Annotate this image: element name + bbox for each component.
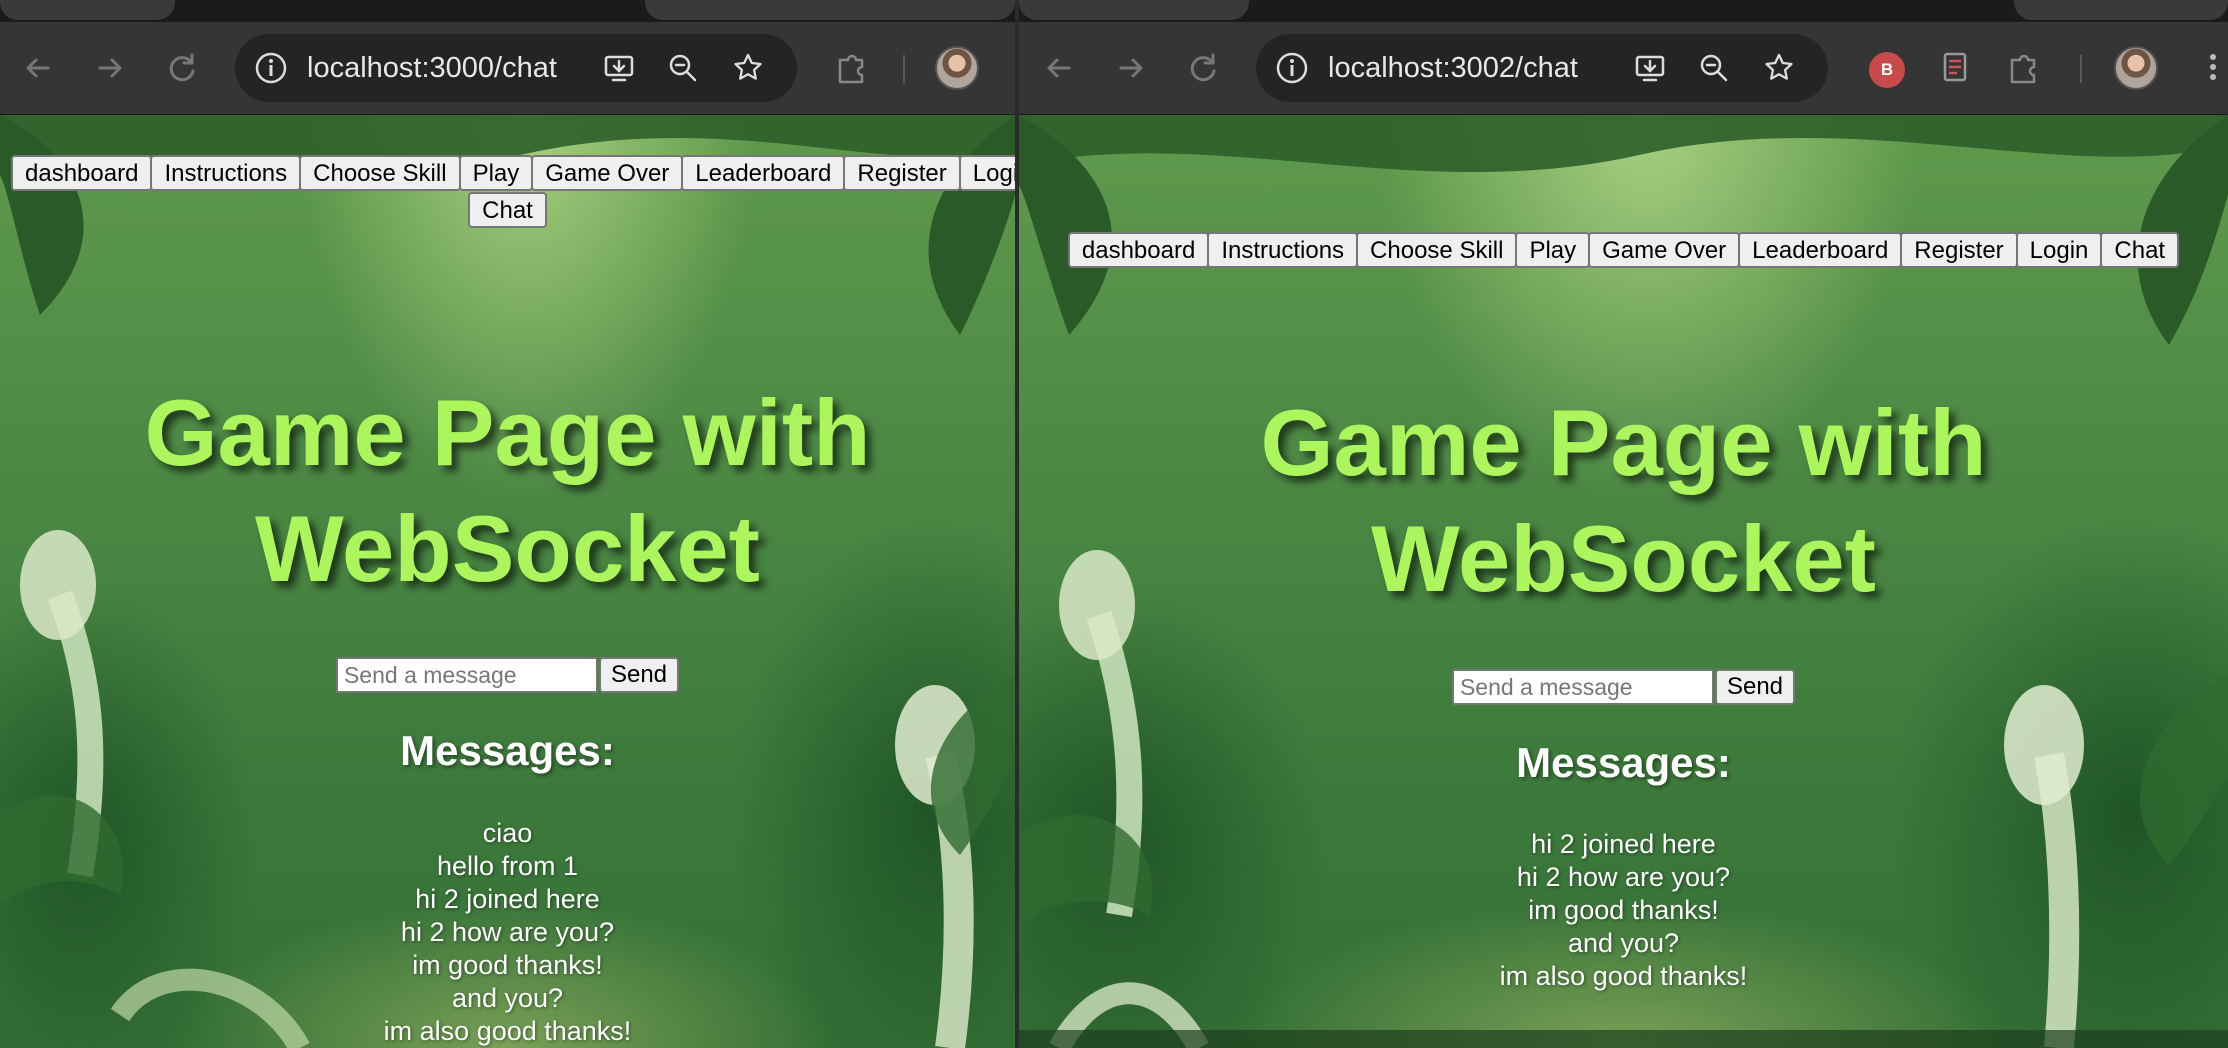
browser-window-right: localhost:3002/chat B dashboard Instruct… [1019,0,2228,1048]
forward-icon[interactable] [90,48,130,88]
nav-game-over-button[interactable]: Game Over [531,155,684,191]
info-icon[interactable] [253,50,289,86]
nav-register-button[interactable]: Register [843,155,961,191]
back-icon[interactable] [18,48,58,88]
message-item: hi 2 how are you? [400,917,615,947]
nav-row: dashboard Instructions Choose Skill Play… [0,155,1015,191]
top-nav: dashboard Instructions Choose Skill Play… [0,155,1015,295]
browser-tab[interactable] [0,0,175,20]
nav-dashboard-button[interactable]: dashboard [1067,232,1210,268]
nav-game-over-button[interactable]: Game Over [1588,232,1741,268]
install-app-icon[interactable] [603,52,635,84]
nav-login-button[interactable]: Login [2015,232,2103,268]
nav-register-button[interactable]: Register [1900,232,2018,268]
star-icon[interactable] [1763,52,1795,84]
nav-leaderboard-button[interactable]: Leaderboard [681,155,846,191]
messages-list: hi 2 joined here hi 2 how are you? im go… [1019,828,2228,993]
reload-icon[interactable] [162,48,202,88]
avatar[interactable] [2114,46,2158,90]
messages-list: ciao hello from 1 hi 2 joined here hi 2 … [0,817,1015,1048]
zoom-icon[interactable] [1698,52,1730,84]
nav-row: dashboard Instructions Choose Skill Play… [1019,232,2228,268]
reload-icon[interactable] [1183,48,1223,88]
info-icon[interactable] [1274,50,1310,86]
browser-tab[interactable] [2014,0,2228,20]
zoom-icon[interactable] [667,52,699,84]
message-form: Send [0,657,1015,693]
messages-heading: Messages: [400,727,615,774]
page-viewport: dashboard Instructions Choose Skill Play… [1019,115,2228,1048]
nav-instructions-button[interactable]: Instructions [150,155,302,191]
top-nav: dashboard Instructions Choose Skill Play… [1019,232,2228,272]
send-button[interactable]: Send [1714,669,1796,705]
browser-toolbar: localhost:3002/chat B [1019,22,2228,115]
page-viewport: dashboard Instructions Choose Skill Play… [0,115,1015,1048]
nav-chat-button[interactable]: Chat [2100,232,2180,268]
nav-choose-skill-button[interactable]: Choose Skill [1356,232,1518,268]
message-item: hi 2 joined here [415,884,600,914]
avatar[interactable] [935,46,979,90]
nav-instructions-button[interactable]: Instructions [1207,232,1359,268]
message-input[interactable] [335,657,598,693]
message-item: and you? [451,983,564,1013]
message-item: ciao [482,818,533,848]
nav-dashboard-button[interactable]: dashboard [11,155,153,191]
page-title-line2: WebSocket [255,496,760,601]
page-title: Game Page with WebSocket [1019,385,2228,617]
page-title: Game Page with WebSocket [0,375,1015,607]
more-menu-icon[interactable] [2194,48,2228,86]
address-bar[interactable]: localhost:3000/chat [235,34,797,102]
nav-row: Chat [0,192,1015,228]
message-item: im good thanks! [412,950,603,980]
tab-strip [0,0,1015,22]
address-bar[interactable]: localhost:3002/chat [1256,34,1828,102]
install-app-icon[interactable] [1634,52,1666,84]
nav-chat-button[interactable]: Chat [468,192,547,228]
nav-play-button[interactable]: Play [1515,232,1591,268]
browser-toolbar: localhost:3000/chat [0,22,1015,115]
back-icon[interactable] [1039,48,1079,88]
toolbar-divider [903,55,905,83]
nav-play-button[interactable]: Play [458,155,534,191]
nav-login-button[interactable]: Login [958,155,1015,191]
document-extension-icon[interactable] [1936,48,1974,86]
send-button[interactable]: Send [598,657,680,693]
messages-heading: Messages: [1516,739,1731,786]
message-item: and you? [1567,928,1680,958]
message-item: im also good thanks! [383,1016,632,1046]
tab-strip [1019,0,2228,22]
puzzle-icon[interactable] [832,48,870,86]
browser-tab[interactable] [645,0,1015,20]
message-input[interactable] [1451,669,1714,705]
message-form: Send [1019,669,2228,705]
browser-tab[interactable] [1019,0,1249,20]
browser-window-left: localhost:3000/chat dashboard Instructio… [0,0,1015,1048]
page-title-line1: Game Page with [1260,390,1987,495]
message-item: hi 2 how are you? [1516,862,1731,892]
nav-leaderboard-button[interactable]: Leaderboard [1738,232,1903,268]
page-title-line2: WebSocket [1371,506,1876,611]
star-icon[interactable] [732,52,764,84]
message-item: hi 2 joined here [1531,829,1716,859]
url-text[interactable]: localhost:3000/chat [307,34,557,102]
page-title-line1: Game Page with [144,380,871,485]
puzzle-icon[interactable] [2004,48,2042,86]
extension-b-icon[interactable]: B [1869,52,1905,88]
forward-icon[interactable] [1111,48,1151,88]
nav-choose-skill-button[interactable]: Choose Skill [299,155,461,191]
message-item: hello from 1 [436,851,579,881]
url-text[interactable]: localhost:3002/chat [1328,34,1578,102]
message-item: im also good thanks! [1499,961,1748,991]
toolbar-divider [2080,55,2082,83]
message-item: im good thanks! [1528,895,1719,925]
